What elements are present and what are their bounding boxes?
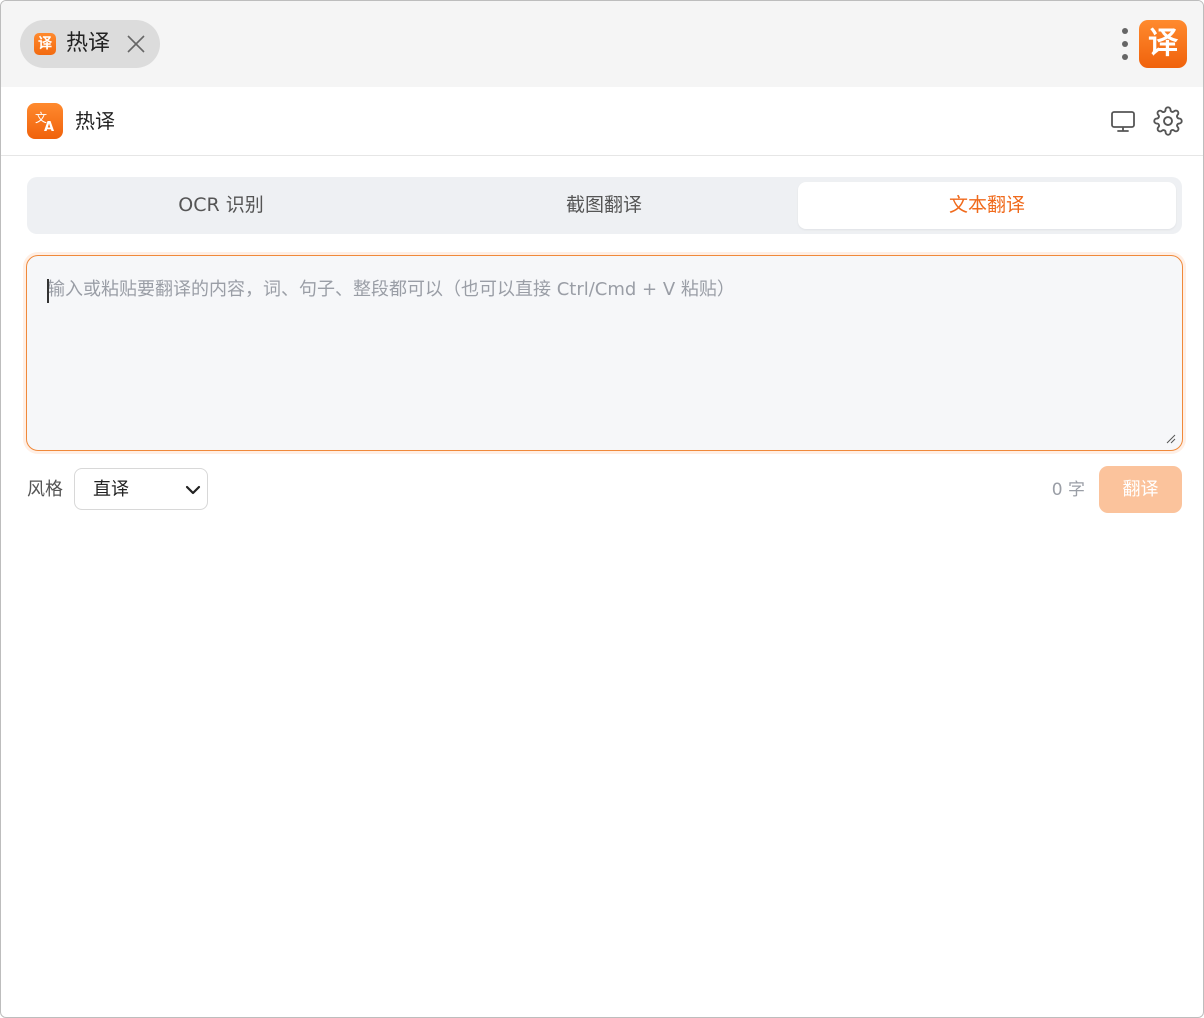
app-badge-icon[interactable]: 译 bbox=[1139, 20, 1187, 68]
mode-tabs: OCR 识别 截图翻译 文本翻译 bbox=[27, 177, 1182, 234]
char-count: 0 字 bbox=[1051, 480, 1085, 500]
more-menu-icon[interactable] bbox=[1113, 23, 1137, 65]
app-logo-icon: 译 bbox=[34, 33, 56, 55]
app-header: 文 A 热译 bbox=[1, 87, 1203, 156]
monitor-icon[interactable] bbox=[1109, 107, 1137, 135]
tab-screenshot-translate[interactable]: 截图翻译 bbox=[415, 182, 793, 229]
text-caret bbox=[47, 279, 49, 303]
gear-icon[interactable] bbox=[1153, 106, 1183, 136]
translate-button[interactable]: 翻译 bbox=[1099, 466, 1182, 513]
source-text-box bbox=[26, 255, 1183, 451]
close-icon[interactable] bbox=[125, 33, 147, 55]
tab-ocr[interactable]: OCR 识别 bbox=[32, 182, 410, 229]
resize-handle-icon[interactable] bbox=[1164, 432, 1176, 444]
tab-text-translate[interactable]: 文本翻译 bbox=[798, 182, 1176, 229]
title-bar: 译 热译 译 bbox=[1, 1, 1203, 87]
style-select-value: 直译 bbox=[93, 479, 129, 500]
tab-rexi[interactable]: 译 热译 bbox=[20, 20, 160, 68]
style-select[interactable]: 直译 bbox=[74, 468, 208, 510]
app-window: 译 热译 译 文 A 热译 OCR 识别 截图翻译 文本翻译 输入或粘贴要翻译的… bbox=[0, 0, 1204, 1018]
style-label: 风格 bbox=[27, 479, 63, 500]
page-title: 热译 bbox=[75, 109, 115, 133]
source-text-input[interactable] bbox=[27, 256, 1182, 450]
svg-text:A: A bbox=[44, 120, 54, 135]
chevron-down-icon bbox=[185, 485, 201, 495]
tab-label: 热译 bbox=[66, 31, 111, 56]
translate-logo-icon: 文 A bbox=[27, 103, 63, 139]
